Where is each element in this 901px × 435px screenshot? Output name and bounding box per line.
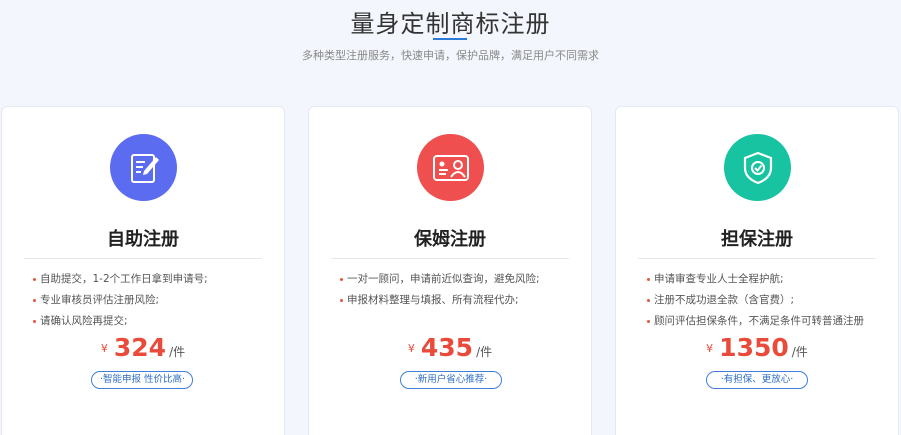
currency-symbol: ¥ [407, 342, 415, 355]
divider [331, 258, 569, 259]
plan-card-guaranteed[interactable]: 担保注册 申请审查专业人士全程护航; 注册不成功退全款（含官费）; 顾问评估担保… [615, 106, 899, 435]
shield-check-icon [724, 134, 791, 201]
plan-tag-button[interactable]: ·有担保、更放心· [706, 371, 808, 389]
plan-title: 担保注册 [721, 229, 793, 250]
feature-list: 一对一顾问，申请前近似查询，避免风险; 申报材料整理与填报、所有流程代办; [340, 269, 583, 311]
feature-list: 自助提交，1-2个工作日拿到申请号; 专业审核员评估注册风险; 请确认风险再提交… [33, 269, 276, 332]
plan-title: 自助注册 [107, 229, 179, 250]
page-title: 量身定制商标注册 [350, 10, 551, 38]
divider [638, 258, 876, 259]
feature-item: 一对一顾问，申请前近似查询，避免风险; [340, 269, 583, 290]
price-amount: 324 [113, 333, 167, 362]
title-underline [433, 38, 467, 40]
price-unit: /件 [791, 345, 808, 359]
divider [24, 258, 262, 259]
plan-card-full-service[interactable]: 保姆注册 一对一顾问，申请前近似查询，避免风险; 申报材料整理与填报、所有流程代… [308, 106, 592, 435]
feature-item: 自助提交，1-2个工作日拿到申请号; [33, 269, 276, 290]
price-amount: 435 [420, 333, 474, 362]
feature-list: 申请审查专业人士全程护航; 注册不成功退全款（含官费）; 顾问评估担保条件，不满… [647, 269, 890, 332]
feature-item: 顾问评估担保条件，不满足条件可转普通注册 [647, 311, 890, 332]
price: ¥1350/件 [616, 333, 898, 362]
feature-item: 申请审查专业人士全程护航; [647, 269, 890, 290]
plan-title: 保姆注册 [414, 229, 486, 250]
id-card-person-icon [417, 134, 484, 201]
plan-tag-button[interactable]: ·智能申报 性价比高· [91, 371, 193, 389]
currency-symbol: ¥ [100, 342, 108, 355]
price: ¥435/件 [309, 333, 591, 362]
plan-card-self-service[interactable]: 自助注册 自助提交，1-2个工作日拿到申请号; 专业审核员评估注册风险; 请确认… [1, 106, 285, 435]
price-amount: 1350 [719, 333, 789, 362]
edit-document-icon [110, 134, 177, 201]
currency-symbol: ¥ [706, 342, 714, 355]
feature-item: 请确认风险再提交; [33, 311, 276, 332]
price: ¥324/件 [2, 333, 284, 362]
price-unit: /件 [476, 345, 493, 359]
feature-item: 专业审核员评估注册风险; [33, 290, 276, 311]
plan-tag-button[interactable]: ·新用户省心推荐· [400, 371, 502, 389]
feature-item: 注册不成功退全款（含官费）; [647, 290, 890, 311]
page-subtitle: 多种类型注册服务，快速申请，保护品牌，满足用户不同需求 [302, 49, 599, 62]
price-unit: /件 [169, 345, 186, 359]
feature-item: 申报材料整理与填报、所有流程代办; [340, 290, 583, 311]
